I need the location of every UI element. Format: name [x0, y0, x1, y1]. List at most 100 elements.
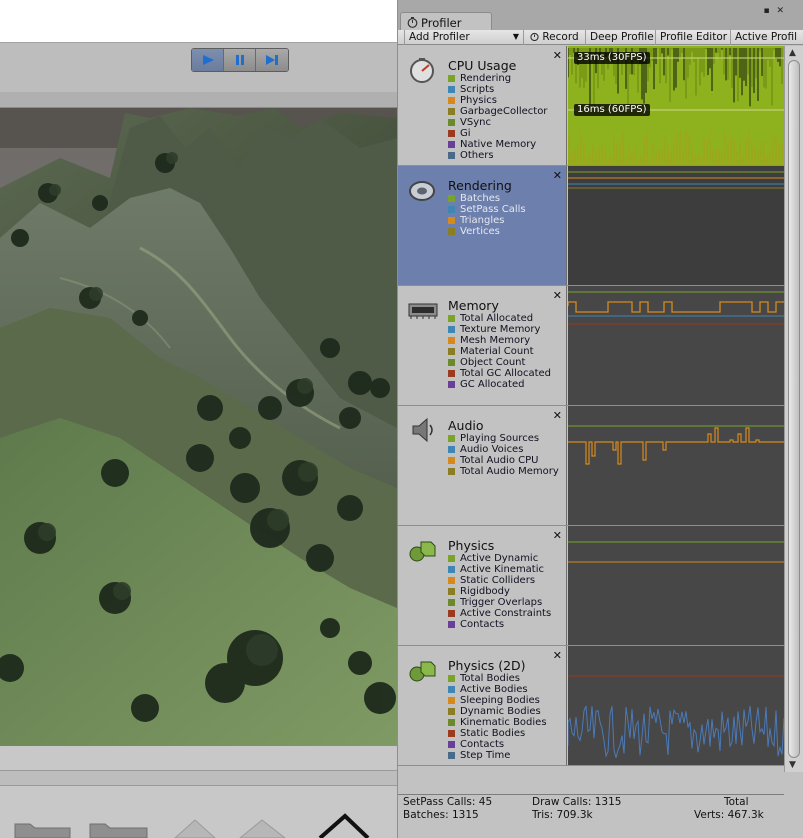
legend-item[interactable]: Rigidbody	[448, 586, 551, 597]
close-icon[interactable]: ✕	[553, 289, 562, 302]
legend-item[interactable]: Audio Voices	[448, 444, 559, 455]
legend-item[interactable]: Object Count	[448, 357, 551, 368]
legend-item[interactable]: Total Audio CPU	[448, 455, 559, 466]
legend-item[interactable]: Kinematic Bodies	[448, 717, 547, 728]
color-swatch	[448, 555, 455, 562]
legend-item[interactable]: Physics	[448, 95, 547, 106]
legend-label: Active Bodies	[460, 684, 528, 695]
legend-item[interactable]: Static Colliders	[448, 575, 551, 586]
legend-label: Total Audio CPU	[460, 455, 539, 466]
physics-graph-svg	[568, 541, 784, 563]
profiler-area-cpu-usage[interactable]: CPU Usage ✕ Rendering Scripts Physics Ga…	[398, 46, 784, 166]
area-legend-panel: Audio ✕ Playing Sources Audio Voices Tot…	[398, 406, 567, 525]
add-profiler-label: Add Profiler	[409, 31, 470, 43]
pause-button[interactable]	[224, 49, 256, 71]
legend-label: Active Dynamic	[460, 553, 539, 564]
legend-item[interactable]: Playing Sources	[448, 433, 559, 444]
legend-item[interactable]: Static Bodies	[448, 728, 547, 739]
legend-item[interactable]: Dynamic Bodies	[448, 706, 547, 717]
legend-item[interactable]: SetPass Calls	[448, 204, 526, 215]
profiler-area-physics[interactable]: Physics ✕ Active Dynamic Active Kinemati…	[398, 526, 784, 646]
color-swatch	[448, 468, 455, 475]
legend-label: Rendering	[460, 73, 512, 84]
legend-item[interactable]: Contacts	[448, 739, 547, 750]
profiler-area-memory[interactable]: Memory ✕ Total Allocated Texture Memory …	[398, 286, 784, 406]
physics-graph[interactable]	[568, 526, 784, 645]
window-controls[interactable]: ▪ ✕	[763, 6, 786, 16]
rendering-graph-svg	[568, 171, 784, 189]
physics-2d-graph[interactable]	[568, 646, 784, 765]
color-swatch	[448, 719, 455, 726]
legend-item[interactable]: Gi	[448, 128, 547, 139]
scroll-thumb[interactable]	[788, 60, 800, 758]
legend-label: Total Audio Memory	[460, 466, 559, 477]
legend-item[interactable]: Scripts	[448, 84, 547, 95]
audio-graph[interactable]	[568, 406, 784, 525]
profiler-tab[interactable]: Profiler	[400, 12, 492, 30]
audio-graph-svg	[568, 425, 784, 465]
rendering-icon	[409, 181, 435, 201]
legend-item[interactable]: Trigger Overlaps	[448, 597, 551, 608]
close-icon[interactable]: ✕	[553, 529, 562, 542]
legend-item[interactable]: Vertices	[448, 226, 526, 237]
fps-60-label: 16ms (60FPS)	[574, 104, 650, 116]
play-button[interactable]	[192, 49, 224, 71]
legend-label: GC Allocated	[460, 379, 525, 390]
profiler-area-physics-2d[interactable]: Physics (2D) ✕ Total Bodies Active Bodie…	[398, 646, 784, 766]
legend-item[interactable]: Total GC Allocated	[448, 368, 551, 379]
color-swatch	[448, 599, 455, 606]
legend-item[interactable]: Total Bodies	[448, 673, 547, 684]
step-button[interactable]	[256, 49, 288, 71]
legend-item[interactable]: GarbageCollector	[448, 106, 547, 117]
legend-item[interactable]: Total Allocated	[448, 313, 551, 324]
legend-label: Total Allocated	[460, 313, 534, 324]
close-icon[interactable]: ✕	[553, 649, 562, 662]
color-swatch	[448, 97, 455, 104]
legend-item[interactable]: Active Kinematic	[448, 564, 551, 575]
profiler-scrollbar[interactable]: ▲ ▼	[784, 46, 803, 772]
legend-item[interactable]: Texture Memory	[448, 324, 551, 335]
active-profiler-label: Active Profil	[735, 31, 798, 43]
legend-item[interactable]: Material Count	[448, 346, 551, 357]
scroll-up-icon[interactable]: ▲	[789, 48, 796, 58]
profiler-area-rendering[interactable]: Rendering ✕ Batches SetPass Calls Triang…	[398, 166, 784, 286]
profile-editor-toggle[interactable]: Profile Editor	[656, 30, 731, 45]
scroll-down-icon[interactable]: ▼	[789, 760, 796, 770]
close-icon[interactable]: ✕	[553, 169, 562, 182]
legend-item[interactable]: Triangles	[448, 215, 526, 226]
legend-item[interactable]: Active Constraints	[448, 608, 551, 619]
add-profiler-dropdown[interactable]: Add Profiler ▼	[404, 30, 524, 45]
active-profiler-dropdown[interactable]: Active Profil	[731, 30, 803, 45]
memory-graph[interactable]	[568, 286, 784, 405]
color-swatch	[448, 621, 455, 628]
close-icon[interactable]: ✕	[553, 49, 562, 62]
profiler-area-audio[interactable]: Audio ✕ Playing Sources Audio Voices Tot…	[398, 406, 784, 526]
close-icon[interactable]: ✕	[553, 409, 562, 422]
legend-item[interactable]: Active Dynamic	[448, 553, 551, 564]
legend-label: Contacts	[460, 739, 505, 750]
legend-item[interactable]: Total Audio Memory	[448, 466, 559, 477]
project-panel-tabbar	[0, 770, 400, 786]
area-legend-panel: Physics (2D) ✕ Total Bodies Active Bodie…	[398, 646, 567, 765]
legend-item[interactable]: Batches	[448, 193, 526, 204]
legend-item[interactable]: Rendering	[448, 73, 547, 84]
legend-item[interactable]: Native Memory	[448, 139, 547, 150]
rendering-graph[interactable]	[568, 166, 784, 285]
color-swatch	[448, 566, 455, 573]
legend-item[interactable]: Step Time	[448, 750, 547, 761]
legend-item[interactable]: Contacts	[448, 619, 551, 630]
legend-label: Material Count	[460, 346, 534, 357]
legend-item[interactable]: VSync	[448, 117, 547, 128]
legend-item[interactable]: GC Allocated	[448, 379, 551, 390]
game-view-scene[interactable]	[0, 108, 397, 746]
record-toggle[interactable]: Record	[526, 30, 586, 45]
legend-label: Scripts	[460, 84, 495, 95]
color-swatch	[448, 108, 455, 115]
legend-item[interactable]: Others	[448, 150, 547, 161]
cpu-usage-graph[interactable]: 33ms (30FPS) 16ms (60FPS)	[568, 46, 784, 165]
legend-item[interactable]: Active Bodies	[448, 684, 547, 695]
area-title: Audio	[448, 418, 484, 433]
legend-item[interactable]: Sleeping Bodies	[448, 695, 547, 706]
deep-profile-toggle[interactable]: Deep Profile	[586, 30, 656, 45]
legend-item[interactable]: Mesh Memory	[448, 335, 551, 346]
